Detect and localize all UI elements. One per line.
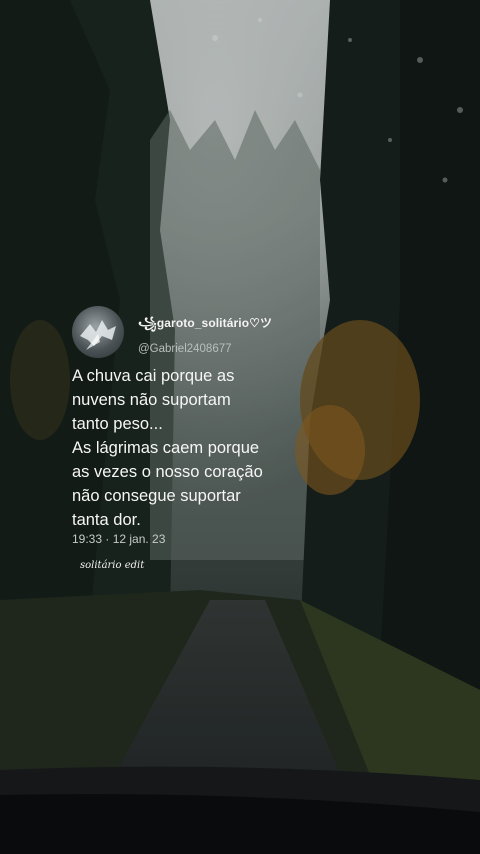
username[interactable]: @Gabriel2408677 xyxy=(138,343,272,355)
avatar[interactable] xyxy=(72,306,124,358)
avatar-image-icon xyxy=(80,320,116,350)
tweet-timestamp: 19:33 · 12 jan. 23 xyxy=(72,532,166,546)
author-block: ꧁garoto_solitário♡ツ @Gabriel2408677 xyxy=(138,314,272,355)
display-name[interactable]: ꧁garoto_solitário♡ツ xyxy=(138,314,272,338)
video-frame: ꧁garoto_solitário♡ツ @Gabriel2408677 A ch… xyxy=(0,0,480,854)
watermark-text: solitário edit xyxy=(80,560,145,571)
tweet-text: A chuva cai porque as nuvens não suporta… xyxy=(72,367,263,529)
